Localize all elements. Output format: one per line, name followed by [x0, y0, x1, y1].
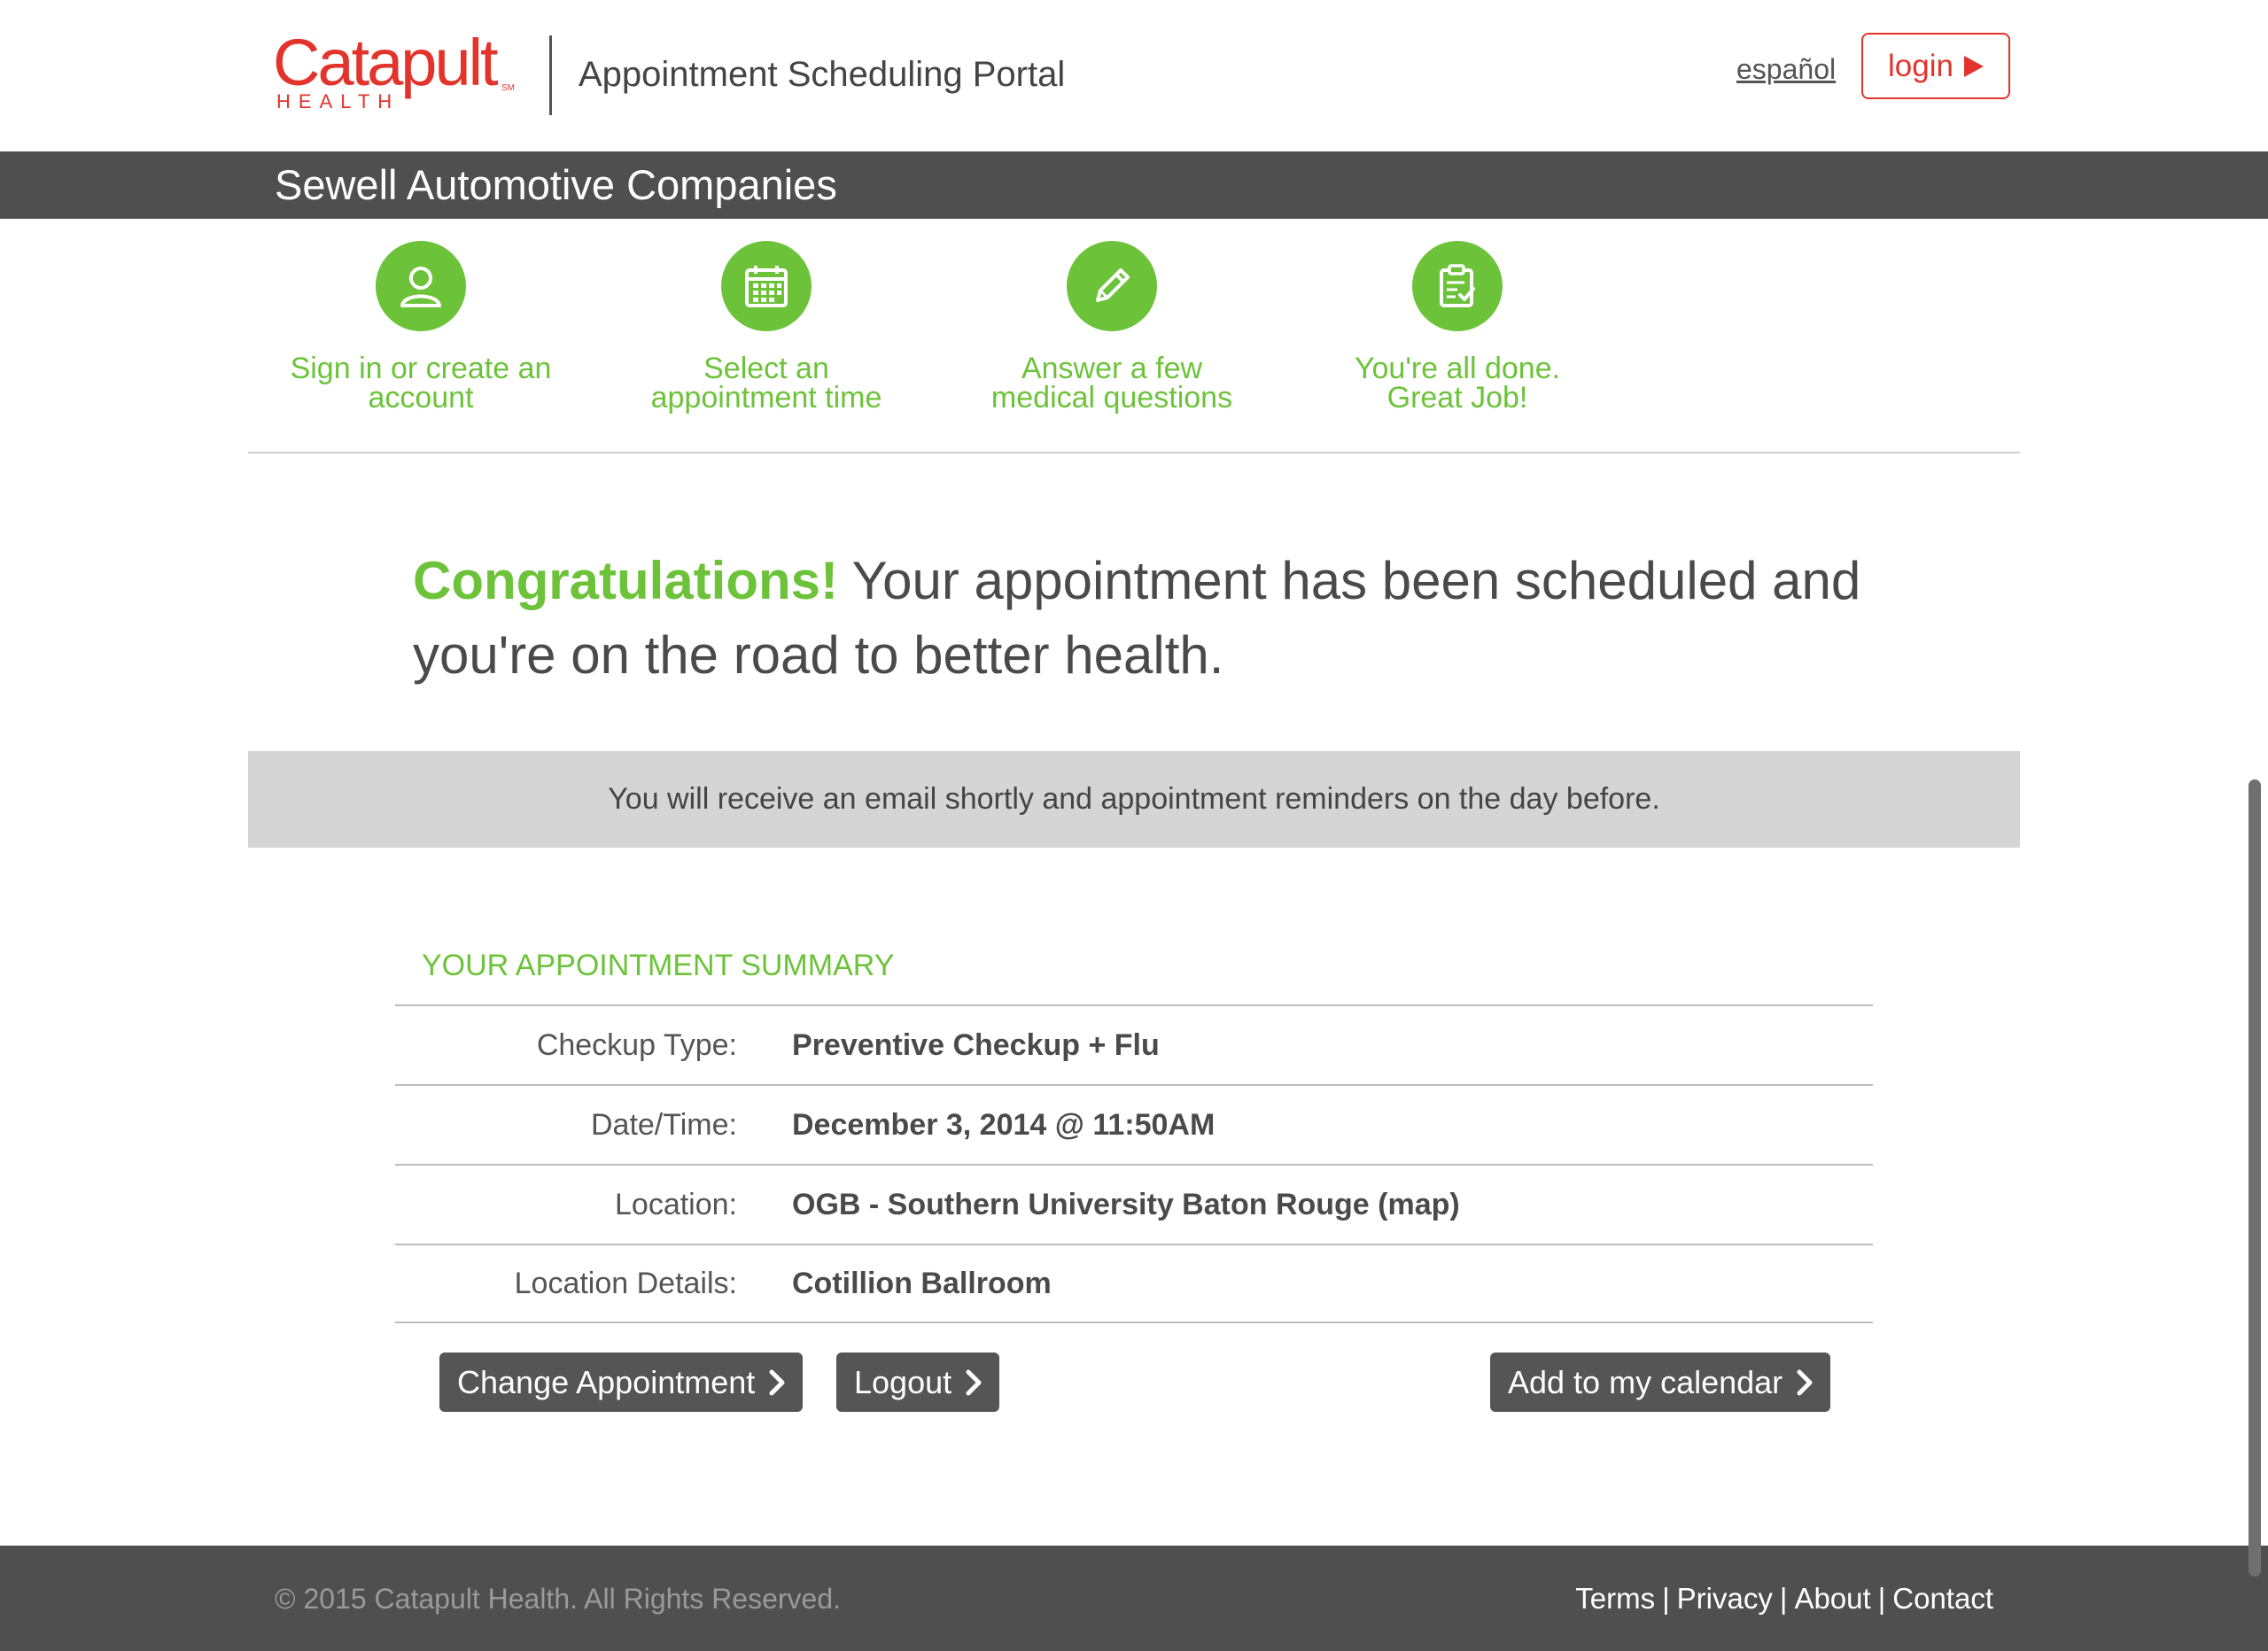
appointment-summary-table: Checkup Type: Preventive Checkup + Flu D…: [395, 1004, 1873, 1323]
footer-separator: |: [1662, 1582, 1670, 1615]
summary-label: Location:: [615, 1187, 737, 1221]
play-arrow-icon: [1963, 55, 1984, 77]
add-to-calendar-label: Add to my calendar: [1508, 1363, 1783, 1400]
person-icon: [376, 241, 466, 331]
header-divider: [549, 35, 552, 115]
summary-label: Location Details:: [514, 1266, 737, 1300]
logo-service-mark: SM: [501, 83, 515, 93]
summary-row: Checkup Type: Preventive Checkup + Flu: [395, 1004, 1873, 1084]
portal-title: Appointment Scheduling Portal: [579, 55, 1066, 94]
pencil-icon: [1067, 241, 1157, 331]
chevron-right-icon: [769, 1369, 785, 1395]
step-medical-questions: Answer a few medical questions: [939, 241, 1285, 413]
progress-steps: Sign in or create an account Select an app…: [248, 241, 2020, 453]
email-notice: You will receive an email shortly and ap…: [248, 751, 2020, 848]
footer-link-terms[interactable]: Terms: [1575, 1582, 1655, 1615]
step-sign-in: Sign in or create an account: [248, 241, 594, 413]
location-value-map-link[interactable]: OGB - Southern University Baton Rouge (m…: [792, 1188, 1460, 1222]
summary-row: Date/Time: December 3, 2014 @ 11:50AM: [395, 1084, 1873, 1164]
summary-value: Preventive Checkup + Flu: [792, 1027, 1160, 1062]
step-select-time: Select an appointment time: [594, 241, 939, 413]
summary-label: Checkup Type:: [536, 1027, 737, 1062]
footer-links: Terms | Privacy | About | Contact: [1575, 1581, 1993, 1616]
logout-label: Logout: [854, 1363, 952, 1400]
congratulations-highlight: Congratulations!: [413, 551, 838, 610]
chevron-right-icon: [1797, 1369, 1813, 1395]
page-scrollbar[interactable]: [2249, 779, 2261, 1577]
footer-link-about[interactable]: About: [1794, 1582, 1870, 1615]
summary-label: Date/Time:: [590, 1107, 737, 1142]
footer-link-privacy[interactable]: Privacy: [1677, 1582, 1773, 1615]
calendar-icon: [721, 241, 812, 331]
summary-title: YOUR APPOINTMENT SUMMARY: [422, 949, 895, 982]
login-label: login: [1888, 48, 1953, 83]
steps-divider: [248, 452, 2020, 453]
login-button[interactable]: login: [1861, 33, 2010, 99]
change-appointment-button[interactable]: Change Appointment: [439, 1353, 804, 1412]
logo-wordmark: Catapult: [273, 26, 499, 99]
catapult-health-logo[interactable]: Catapult HEALTH SM: [273, 30, 517, 119]
change-appointment-label: Change Appointment: [457, 1363, 756, 1400]
site-header: Catapult HEALTH SM Appointment Schedulin…: [0, 0, 2268, 151]
clipboard-check-icon: [1412, 241, 1503, 331]
email-notice-text: You will receive an email shortly and ap…: [608, 782, 1660, 816]
step-label-line2: appointment time: [650, 381, 882, 415]
company-name: Sewell Automotive Companies: [275, 161, 837, 208]
add-to-calendar-button[interactable]: Add to my calendar: [1490, 1353, 1831, 1412]
site-footer: © 2015 Catapult Health. All Rights Reser…: [0, 1546, 2268, 1651]
copyright-text: © 2015 Catapult Health. All Rights Reser…: [275, 1583, 842, 1615]
step-label-line2: Great Job!: [1386, 381, 1528, 415]
step-label-line2: medical questions: [990, 381, 1233, 415]
summary-value: Cotillion Ballroom: [792, 1266, 1052, 1300]
company-bar: Sewell Automotive Companies: [0, 151, 2268, 219]
language-link[interactable]: español: [1736, 51, 1836, 87]
congratulations-message: Congratulations! Your appointment has be…: [413, 544, 1901, 693]
logo-subtext: HEALTH: [276, 90, 400, 112]
logout-button[interactable]: Logout: [836, 1353, 1000, 1412]
footer-separator: |: [1779, 1582, 1788, 1615]
summary-row: Location Details: Cotillion Ballroom: [395, 1244, 1873, 1323]
footer-link-contact[interactable]: Contact: [1892, 1582, 1993, 1615]
step-done: You're all done. Great Job!: [1285, 241, 1630, 413]
chevron-right-icon: [966, 1369, 982, 1395]
summary-row: Location: OGB - Southern University Bato…: [395, 1164, 1873, 1244]
footer-separator: |: [1877, 1582, 1886, 1615]
summary-value: December 3, 2014 @ 11:50AM: [792, 1107, 1216, 1142]
step-label-line2: account: [368, 381, 474, 415]
